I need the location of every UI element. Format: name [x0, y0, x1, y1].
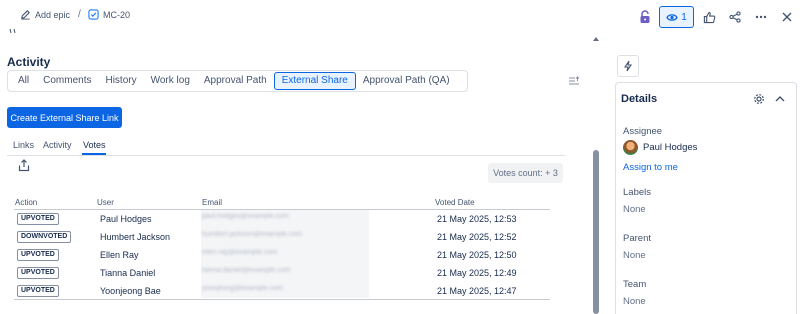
share-button[interactable]	[724, 6, 746, 28]
watch-count: 1	[681, 11, 687, 23]
checkbox-issue-icon	[88, 9, 99, 20]
voter-name: Ellen Ray	[100, 250, 139, 260]
tab-work-log[interactable]: Work log	[144, 72, 197, 90]
vote-action-badge: UPVOTED	[17, 285, 59, 297]
table-row: UPVOTED Paul Hodges paul.hodges@example.…	[14, 210, 550, 228]
voter-email: paul.hodges@example.com	[202, 213, 289, 220]
subtab-votes[interactable]: Votes	[83, 140, 106, 150]
export-icon[interactable]	[18, 159, 30, 172]
breadcrumb-separator: /	[78, 9, 81, 20]
voted-date: 21 May 2025, 12:50	[437, 250, 517, 260]
voted-date: 21 May 2025, 12:52	[437, 232, 517, 242]
thumbs-up-icon	[703, 11, 715, 23]
tab-external-share[interactable]: External Share	[273, 72, 356, 90]
vote-action-badge: UPVOTED	[17, 267, 59, 279]
assignee-name[interactable]: Paul Hodges	[643, 142, 697, 153]
table-row: UPVOTED Ellen Ray ellen.ray@example.com …	[14, 246, 550, 264]
active-subtab-indicator	[82, 153, 106, 155]
voter-email: yoonjeong@example.com	[202, 285, 284, 292]
scroll-up-arrow[interactable]	[593, 36, 599, 42]
column-header-voted-date[interactable]: Voted Date	[435, 198, 475, 207]
voted-date: 21 May 2025, 12:49	[437, 268, 517, 278]
chevron-up-icon[interactable]	[775, 95, 785, 102]
more-icon	[755, 15, 767, 19]
subtab-activity[interactable]: Activity	[43, 140, 72, 150]
tab-history[interactable]: History	[98, 72, 143, 90]
assignee-label: Assignee	[623, 126, 663, 137]
scrollbar-thumb[interactable]	[593, 150, 599, 314]
vote-action-badge: DOWNVOTED	[17, 231, 72, 243]
gear-icon[interactable]	[753, 93, 765, 105]
team-value[interactable]: None	[623, 296, 646, 307]
assign-to-me-link[interactable]: Assign to me	[623, 162, 678, 173]
lightning-icon	[623, 60, 633, 72]
activity-heading: Activity	[7, 55, 51, 69]
issue-header: Add epic / MC-20 1	[0, 0, 800, 34]
voted-date: 21 May 2025, 12:47	[437, 286, 517, 296]
voter-name: Tianna Daniel	[100, 268, 156, 278]
issue-key: MC-20	[103, 9, 131, 20]
team-label: Team	[623, 279, 647, 290]
vote-action-badge: UPVOTED	[17, 213, 59, 225]
tab-approval-path[interactable]: Approval Path	[197, 72, 274, 90]
avatar	[623, 140, 638, 155]
voter-name: Yoonjeong Bae	[100, 286, 161, 296]
tab-all[interactable]: All	[11, 72, 36, 90]
issue-key-link[interactable]: MC-20	[88, 9, 130, 20]
column-header-action: Action	[15, 198, 38, 207]
table-row: UPVOTED Yoonjeong Bae yoonjeong@example.…	[14, 282, 550, 300]
voter-name: Humbert Jackson	[100, 232, 171, 242]
restrictions-button[interactable]	[634, 6, 656, 28]
voter-email: ellen.ray@example.com	[202, 249, 278, 256]
table-row: UPVOTED Tianna Daniel tianna.daniel@exam…	[14, 264, 550, 282]
parent-label: Parent	[623, 233, 651, 244]
table-bottom-border	[14, 299, 550, 300]
close-button[interactable]	[776, 6, 798, 28]
voter-name: Paul Hodges	[100, 214, 152, 224]
subtab-links[interactable]: Links	[13, 140, 34, 150]
truncated-content-fragment	[9, 28, 16, 34]
details-heading: Details	[621, 93, 658, 105]
tab-comments[interactable]: Comments	[36, 72, 98, 90]
lock-icon	[640, 10, 650, 23]
activity-tabs: All Comments History Work log Approval P…	[7, 70, 468, 92]
eye-icon	[666, 13, 678, 21]
edit-icon	[21, 10, 30, 20]
column-header-email: Email	[202, 198, 223, 207]
vote-button[interactable]	[698, 6, 720, 28]
labels-value[interactable]: None	[623, 204, 646, 215]
column-header-user: User	[97, 198, 114, 207]
voter-email: tianna.daniel@example.com	[202, 267, 291, 274]
votes-count-badge: Votes count: + 3	[488, 163, 563, 183]
vote-action-badge: UPVOTED	[17, 249, 59, 261]
share-icon	[729, 11, 741, 23]
watch-button[interactable]: 1	[659, 6, 694, 28]
add-epic-label: Add epic	[35, 9, 71, 20]
parent-value[interactable]: None	[623, 250, 646, 261]
voted-date: 21 May 2025, 12:53	[437, 214, 517, 224]
close-icon	[782, 12, 792, 22]
external-share-subtabs: Links Activity Votes	[7, 137, 565, 156]
automation-button[interactable]	[617, 55, 639, 77]
more-actions-button[interactable]	[750, 6, 772, 28]
voter-email: humbert.jackson@example.com	[202, 231, 303, 238]
create-external-share-link-button[interactable]: Create External Share Link	[7, 107, 122, 128]
labels-label: Labels	[623, 187, 651, 198]
sort-icon[interactable]	[568, 76, 580, 86]
add-epic-link[interactable]: Add epic	[20, 9, 70, 20]
tab-approval-path-qa[interactable]: Approval Path (QA)	[356, 72, 457, 90]
table-row: DOWNVOTED Humbert Jackson humbert.jackso…	[14, 228, 550, 246]
